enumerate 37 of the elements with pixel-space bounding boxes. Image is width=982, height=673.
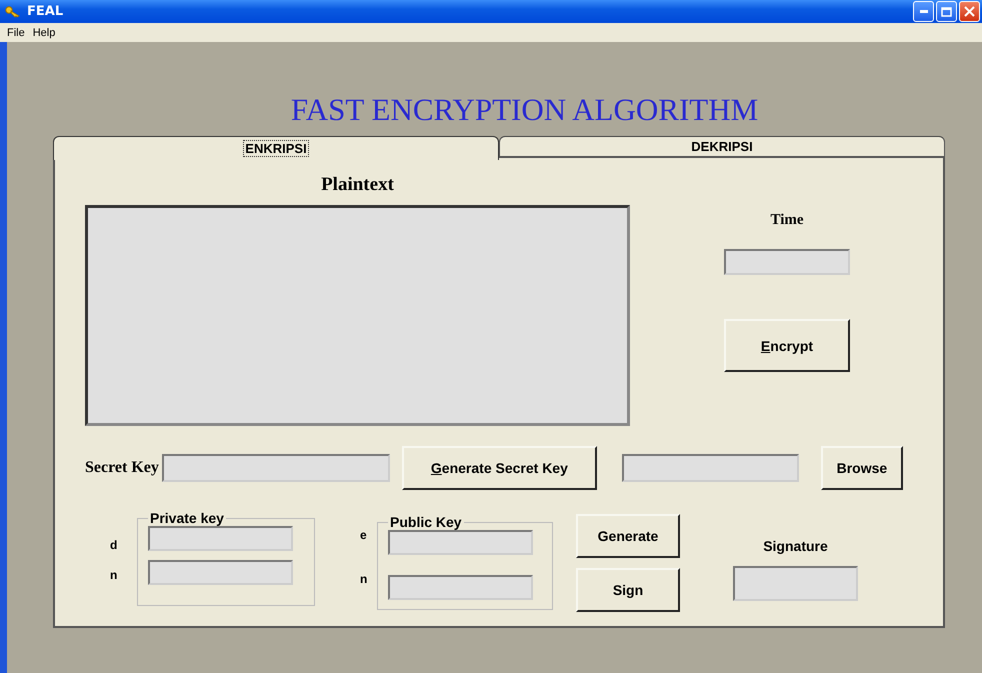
minimize-icon	[920, 10, 928, 13]
menu-item[interactable]: Help	[28, 26, 60, 38]
secret-key-label: Secret Key	[85, 459, 159, 477]
group-title: Public Key	[389, 514, 463, 530]
input-field[interactable]	[724, 249, 850, 275]
signature-label: Signature	[763, 538, 828, 554]
input-field[interactable]	[388, 575, 533, 600]
text-area[interactable]	[85, 205, 630, 426]
maximize-button[interactable]	[936, 1, 957, 22]
input-field[interactable]	[733, 566, 858, 601]
close-icon	[964, 6, 975, 17]
button[interactable]: Encrypt	[724, 319, 850, 372]
field-label: d	[110, 538, 118, 552]
button[interactable]: Generate Secret Key	[402, 446, 597, 490]
input-field[interactable]	[622, 454, 799, 482]
app-heading: FAST ENCRYPTION ALGORITHM	[290, 92, 758, 128]
tab[interactable]: ENKRIPSI	[53, 136, 499, 160]
field-label: n	[360, 572, 368, 586]
input-field[interactable]	[148, 560, 293, 585]
key-icon	[5, 6, 21, 18]
plaintext-label: Plaintext	[321, 174, 394, 197]
close-button[interactable]	[959, 1, 980, 22]
button[interactable]: Generate	[576, 514, 680, 558]
input-field[interactable]	[148, 526, 293, 551]
input-field[interactable]	[388, 530, 533, 555]
button[interactable]: Browse	[820, 446, 903, 490]
field-label: n	[110, 568, 118, 582]
time-label: Time	[770, 212, 804, 229]
tab[interactable]: DEKRIPSI	[499, 136, 945, 158]
maximize-icon	[941, 6, 952, 16]
menu-item[interactable]: File	[3, 26, 29, 38]
window-title: FEAL	[27, 4, 64, 19]
button[interactable]: Sign	[576, 568, 680, 612]
minimize-button[interactable]	[913, 1, 934, 22]
input-field[interactable]	[162, 454, 390, 482]
field-label: e	[360, 528, 368, 542]
group-title: Private key	[149, 510, 225, 526]
